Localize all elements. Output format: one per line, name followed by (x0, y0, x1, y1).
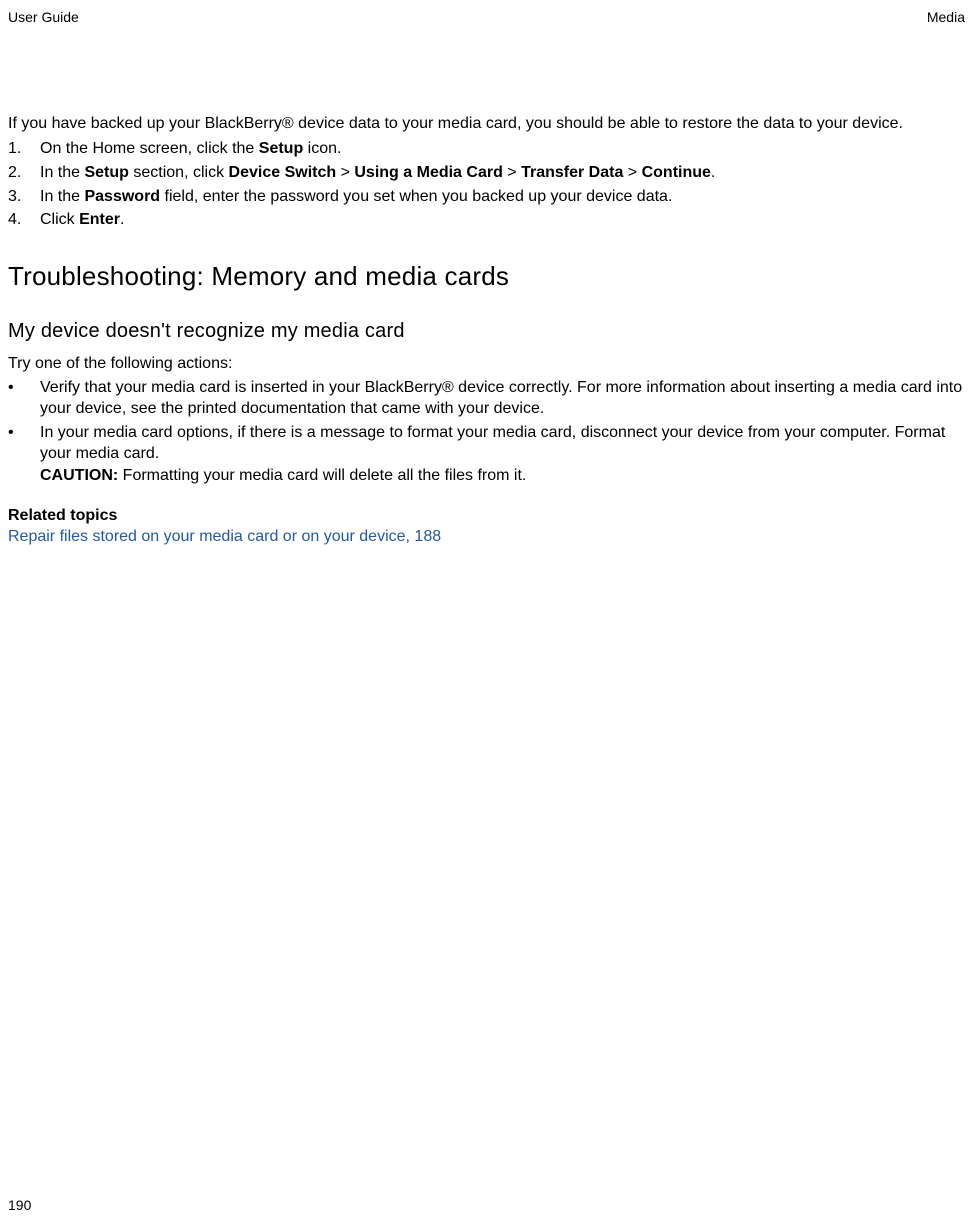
header-left: User Guide (8, 8, 79, 27)
related-topics-label: Related topics (8, 505, 965, 527)
step-item: 1. On the Home screen, click the Setup i… (8, 138, 965, 160)
step-number: 2. (8, 162, 40, 184)
header-right: Media (927, 8, 965, 27)
intro-paragraph: If you have backed up your BlackBerry® d… (8, 113, 965, 135)
page-header: User Guide Media (8, 0, 965, 35)
try-line: Try one of the following actions: (8, 353, 965, 375)
step-item: 2. In the Setup section, click Device Sw… (8, 162, 965, 184)
step-text: Click Enter. (40, 209, 965, 231)
step-text: On the Home screen, click the Setup icon… (40, 138, 965, 160)
page-number: 190 (8, 1196, 31, 1215)
related-link[interactable]: Repair files stored on your media card o… (8, 528, 441, 545)
bullet-text: In your media card options, if there is … (40, 422, 965, 487)
step-number: 1. (8, 138, 40, 160)
step-text: In the Password field, enter the passwor… (40, 186, 965, 208)
step-number: 4. (8, 209, 40, 231)
numbered-steps: 1. On the Home screen, click the Setup i… (8, 138, 965, 230)
bullet-marker: • (8, 377, 40, 420)
bullet-list: • Verify that your media card is inserte… (8, 377, 965, 487)
heading-media-card: My device doesn't recognize my media car… (8, 318, 965, 345)
page-content: If you have backed up your BlackBerry® d… (8, 35, 965, 548)
heading-troubleshooting: Troubleshooting: Memory and media cards (8, 259, 965, 294)
step-number: 3. (8, 186, 40, 208)
bullet-marker: • (8, 422, 40, 487)
caution-text: Formatting your media card will delete a… (118, 467, 526, 484)
bullet-text: Verify that your media card is inserted … (40, 377, 965, 420)
step-item: 3. In the Password field, enter the pass… (8, 186, 965, 208)
step-item: 4. Click Enter. (8, 209, 965, 231)
bullet-item: • In your media card options, if there i… (8, 422, 965, 487)
bullet-item: • Verify that your media card is inserte… (8, 377, 965, 420)
step-text: In the Setup section, click Device Switc… (40, 162, 965, 184)
caution-label: CAUTION: (40, 467, 118, 484)
